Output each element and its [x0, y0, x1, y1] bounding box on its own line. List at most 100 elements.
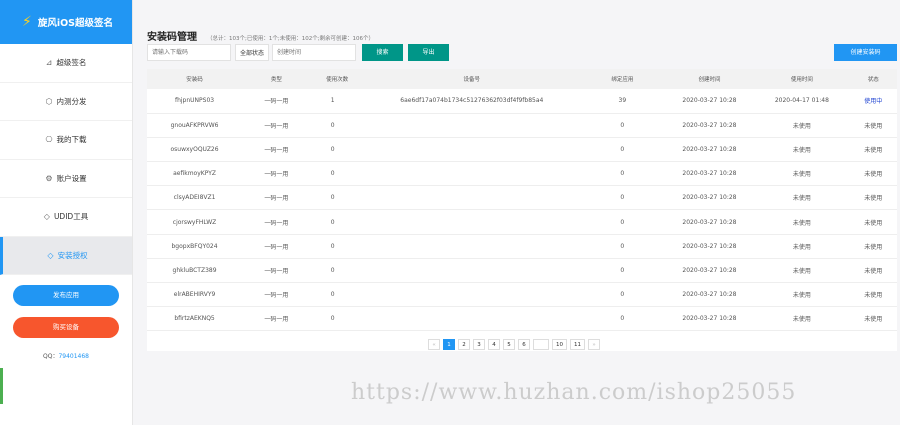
page-header: 安装码管理 （总计：103个;已使用：1个;未使用：102个;剩余可创建：106… [147, 28, 374, 43]
page-button[interactable]: 5 [503, 339, 515, 350]
sidebar-item-beta-distribution[interactable]: ⬡ 内测分发 [0, 83, 132, 121]
page-button[interactable]: 3 [473, 339, 485, 350]
column-header: 状态 [867, 77, 879, 83]
status-cell: 未使用 [864, 195, 883, 203]
beta-distribution-icon: ⬡ [45, 96, 53, 106]
created-time-cell: 2020-03-27 10:28 [682, 194, 737, 202]
code-search-input[interactable] [147, 44, 231, 61]
table-row[interactable]: aefikmoyKPYZ 一码一用 0 0 2020-03-27 10:28 未使用 未使用 [147, 162, 897, 186]
status-cell: 未使用 [864, 146, 883, 154]
table-row[interactable]: elrABEHIRVY9 一码一用 0 0 2020-03-27 10:28 未使用 未使用 [147, 283, 897, 307]
table-row[interactable]: gnouAFKPRVW6 一码一用 0 0 2020-03-27 10:28 未使用 未使用 [147, 113, 897, 138]
column-header: 类型 [270, 77, 282, 83]
device-id-cell [364, 258, 581, 282]
table-row[interactable]: bfirtzAEKNQ5 一码一用 0 0 2020-03-27 10:28 未使用 未使用 [147, 307, 897, 331]
code-cell: cjorswyFHLWZ [172, 218, 217, 226]
sidebar-item-label: UDID工具 [53, 212, 89, 222]
type-cell: 一码一用 [264, 219, 289, 227]
sidebar-item-udid-tool[interactable]: ◇ UDID工具 [0, 198, 132, 237]
page-button[interactable]: 6 [518, 339, 530, 350]
install-auth-icon: ◇ [47, 250, 54, 260]
search-button[interactable]: 搜索 [362, 44, 403, 61]
device-id-cell [364, 162, 581, 186]
table-row[interactable]: clsyADEI8VZ1 一码一用 0 0 2020-03-27 10:28 未使用 未使用 [147, 186, 897, 210]
code-cell: bgopxBFQY024 [171, 242, 218, 250]
page-stats: （总计：103个;已使用：1个;未使用：102个;剩余可创建：106个） [207, 36, 375, 42]
status-cell: 未使用 [864, 316, 883, 324]
code-cell: bfirtzAEKNQ5 [174, 315, 215, 323]
sidebar-item-super-sign[interactable]: ⊿ 超级签名 [0, 44, 132, 83]
publish-app-button[interactable]: 发布应用 [13, 285, 119, 306]
used-time-cell: 2020-04-17 01:48 [774, 97, 829, 105]
code-cell: clsyADEI8VZ1 [173, 194, 216, 202]
next-page-button[interactable]: » [588, 339, 600, 350]
page-title: 安装码管理 [147, 32, 197, 43]
lightning-icon: ⚡ [22, 14, 32, 30]
bound-app-cell: 0 [620, 170, 625, 178]
column-header: 安装码 [186, 77, 203, 83]
sidebar-item-label: 内测分发 [56, 96, 87, 106]
type-cell: 一码一用 [264, 267, 289, 275]
side-green-tab[interactable] [0, 368, 3, 404]
bound-app-cell: 0 [620, 266, 625, 274]
table-body: fhjpnUNPS03 一码一用 1 6ae6df17a074b1734c512763… [147, 89, 897, 331]
brand-title: 旋风iOS超级签名 [37, 18, 114, 29]
page-button[interactable]: 11 [570, 339, 585, 350]
sidebar-item-install-auth[interactable]: ◇ 安装授权 [0, 236, 132, 275]
table-header-row: 安装码 类型 使用次数 设备号 绑定应用 创建时间 使用时间 状态 [147, 69, 897, 89]
type-cell: 一码一用 [264, 195, 289, 203]
super-sign-icon: ⊿ [45, 58, 53, 68]
brand-header[interactable]: ⚡ 旋风iOS超级签名 [0, 0, 132, 44]
type-cell: 一码一用 [264, 146, 289, 154]
sidebar-menu: ⊿ 超级签名 ⬡ 内测分发 ⎔ 我的下载 ⚙ 账户设置 ◇ UDID工具 ◇ 安装授权 [0, 44, 132, 275]
page-button[interactable]: 2 [458, 339, 470, 350]
table-row[interactable]: fhjpnUNPS03 一码一用 1 6ae6df17a074b1734c512763… [147, 89, 897, 114]
column-header: 创建时间 [698, 77, 721, 83]
created-time-cell: 2020-03-27 10:28 [682, 170, 737, 178]
use-count-cell: 0 [330, 291, 335, 299]
status-cell: 未使用 [864, 122, 883, 130]
my-downloads-icon: ⎔ [45, 135, 53, 145]
code-cell: osuwxyOQUZ26 [170, 145, 219, 153]
page-button[interactable]: 10 [552, 339, 567, 350]
page-jump-box[interactable] [533, 339, 549, 350]
use-count-cell: 0 [330, 218, 335, 226]
code-cell: ghkluBCTZ389 [172, 266, 217, 274]
table-row[interactable]: ghkluBCTZ389 一码一用 0 0 2020-03-27 10:28 未使用 未使用 [147, 258, 897, 283]
main-content: 安装码管理 （总计：103个;已使用：1个;未使用：102个;剩余可创建：106… [133, 0, 900, 425]
bound-app-cell: 0 [620, 315, 625, 323]
used-time-cell: 未使用 [792, 292, 811, 300]
page-button[interactable]: 1 [443, 339, 455, 350]
bound-app-cell: 0 [620, 218, 625, 226]
created-time-cell: 2020-03-27 10:28 [682, 121, 737, 129]
prev-page-button[interactable]: « [428, 339, 440, 350]
created-time-cell: 2020-03-27 10:28 [682, 97, 737, 105]
create-code-button[interactable]: 创建安装码 [834, 44, 897, 61]
use-count-cell: 0 [330, 315, 335, 323]
page-button[interactable]: 4 [488, 339, 500, 350]
table-row[interactable]: cjorswyFHLWZ 一码一用 0 0 2020-03-27 10:28 未使用 未使用 [147, 210, 897, 235]
created-time-cell: 2020-03-27 10:28 [682, 242, 737, 250]
account-settings-icon: ⚙ [45, 173, 53, 183]
bound-app-cell: 0 [620, 291, 625, 299]
code-cell: gnouAFKPRVW6 [170, 121, 219, 129]
create-time-input[interactable] [272, 44, 356, 61]
sidebar-item-account-settings[interactable]: ⚙ 账户设置 [0, 160, 132, 198]
codes-table-container: 安装码 类型 使用次数 设备号 绑定应用 创建时间 使用时间 状态 fhjpnUNPS03 一码… [147, 69, 897, 351]
export-button[interactable]: 导出 [408, 44, 449, 61]
sidebar-item-my-downloads[interactable]: ⎔ 我的下载 [0, 121, 132, 160]
used-time-cell: 未使用 [792, 195, 811, 203]
table-row[interactable]: osuwxyOQUZ26 一码一用 0 0 2020-03-27 10:28 未使用 未使用 [147, 137, 897, 162]
sidebar: ⚡ 旋风iOS超级签名 ⊿ 超级签名 ⬡ 内测分发 ⎔ 我的下载 ⚙ 账户设置 ◇ UDID工具 ◇… [0, 0, 133, 425]
created-time-cell: 2020-03-27 10:28 [682, 315, 737, 323]
qq-number: 79401468 [58, 353, 89, 360]
table-row[interactable]: bgopxBFQY024 一码一用 0 0 2020-03-27 10:28 未使用 未使用 [147, 234, 897, 259]
status-select[interactable]: 全部状态 [235, 44, 269, 61]
used-time-cell: 未使用 [792, 267, 811, 275]
sidebar-item-label: 我的下载 [56, 135, 87, 145]
status-cell: 未使用 [864, 292, 883, 300]
buy-device-button[interactable]: 购买设备 [13, 317, 119, 338]
status-cell: 未使用 [864, 171, 883, 179]
sidebar-item-label: 超级签名 [56, 58, 87, 68]
code-cell: fhjpnUNPS03 [174, 97, 215, 105]
